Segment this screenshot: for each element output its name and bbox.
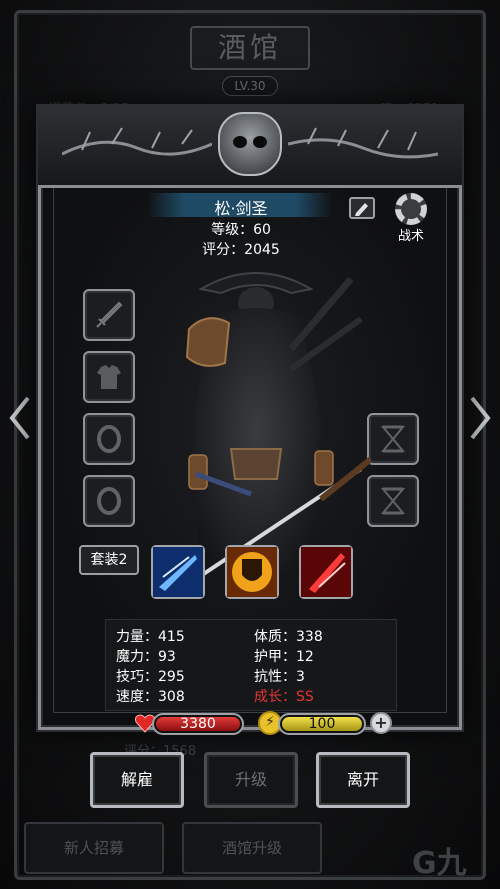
accessory-slot-2[interactable]	[367, 475, 419, 527]
skill-slot-3[interactable]	[299, 545, 353, 599]
tavern-upgrade-button[interactable]: 酒馆升级	[182, 822, 322, 874]
energy-bar: 100	[278, 713, 366, 735]
hero-level: 等级：60	[211, 222, 271, 238]
hero-detail-dialog: 松·剑圣 等级：60 评分：2045 战术 套装2 力量：415 魔力：93 技…	[38, 106, 462, 730]
equipment-set-button[interactable]: 套装2	[79, 545, 139, 575]
dialog-ornament-header	[38, 106, 462, 188]
new-recruit-button[interactable]: 新人招募	[24, 822, 164, 874]
leave-button[interactable]: 离开	[316, 752, 410, 808]
ring-slot-1[interactable]	[83, 413, 135, 465]
dismiss-button[interactable]: 解雇	[90, 752, 184, 808]
site-logo-icon: G九	[412, 846, 467, 881]
tactic-label: 战术	[397, 229, 424, 244]
sword-icon	[96, 301, 123, 328]
thorn-ornament-icon	[62, 127, 212, 156]
weapon-slot[interactable]	[83, 289, 135, 341]
hourglass-icon	[380, 425, 406, 453]
stats-panel: 力量：415 魔力：93 技巧：295 速度：308 体质：338 护甲：12 …	[105, 619, 397, 711]
previous-hero-arrow-icon[interactable]	[8, 396, 32, 440]
pencil-icon	[355, 203, 368, 216]
golden-shield-icon	[227, 547, 277, 597]
red-slash-icon	[301, 547, 351, 597]
ring-slot-2[interactable]	[83, 475, 135, 527]
hero-name: 松·剑圣	[214, 199, 268, 218]
rename-button[interactable]	[349, 197, 375, 219]
skill-slot-1[interactable]	[151, 545, 205, 599]
stat-armor: 护甲：12	[254, 649, 314, 665]
energy-value: 100	[308, 716, 336, 732]
stat-skill: 技巧：295	[116, 669, 185, 685]
hp-bar: 3380	[152, 713, 244, 735]
upgrade-button[interactable]: 升级	[204, 752, 298, 808]
skill-slot-2[interactable]	[225, 545, 279, 599]
stat-resistance: 抗性：3	[254, 669, 305, 685]
stat-speed: 速度：308	[116, 689, 185, 705]
add-energy-button[interactable]: +	[370, 712, 392, 734]
tavern-level-badge: LV.30	[222, 76, 278, 96]
tavern-title: 酒馆	[190, 26, 310, 70]
stat-growth: 成长：SS	[254, 689, 314, 705]
ring-icon	[97, 487, 121, 515]
stat-magic: 魔力：93	[116, 649, 176, 665]
skull-emblem-icon	[218, 112, 282, 176]
tactic-button[interactable]: 战术	[389, 193, 433, 244]
accessory-slot-1[interactable]	[367, 413, 419, 465]
hourglass-icon	[380, 487, 406, 515]
thorn-ornament-icon	[288, 127, 438, 159]
stat-constitution: 体质：338	[254, 629, 323, 645]
ring-icon	[97, 425, 121, 453]
hero-score: 评分：2045	[202, 242, 280, 258]
blue-slash-icon	[153, 547, 203, 597]
armor-slot[interactable]	[83, 351, 135, 403]
gear-icon	[395, 193, 427, 225]
stat-strength: 力量：415	[116, 629, 185, 645]
next-hero-arrow-icon[interactable]	[468, 396, 492, 440]
hp-value: 3380	[180, 716, 216, 732]
armor-icon	[97, 365, 121, 389]
